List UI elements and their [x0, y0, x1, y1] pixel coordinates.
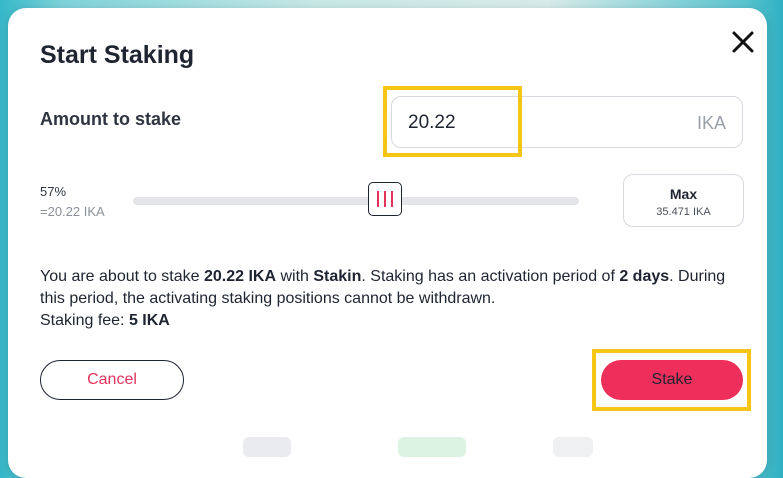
info-text: You are about to stake [40, 268, 204, 285]
slider-percent: 57% [40, 184, 67, 199]
background-blur-item [398, 437, 466, 457]
fee-value: 5 IKA [128, 312, 170, 329]
cancel-button[interactable]: Cancel [40, 360, 184, 400]
stake-slider-thumb[interactable] [368, 182, 402, 216]
staking-info: You are about to stake 20.22 IKA with St… [40, 266, 750, 332]
stake-slider-track[interactable] [133, 197, 579, 205]
amount-label: Amount to stake [40, 109, 182, 129]
info-amount: 20.22 IKA [203, 268, 277, 285]
max-value: 35.471 IKA [656, 206, 711, 218]
grip-line [384, 191, 386, 207]
background-blur-item [243, 437, 291, 457]
info-text: with [276, 268, 314, 285]
slider-equivalent: =20.22 IKA [40, 204, 105, 219]
amount-highlight-box [383, 86, 522, 157]
stake-highlight-box [592, 349, 751, 411]
info-validator: Stakin [313, 268, 362, 285]
background-blur-item [553, 437, 593, 457]
modal-title: Start Staking [40, 41, 195, 69]
max-button[interactable]: Max 35.471 IKA [623, 174, 744, 227]
fee-label: Staking fee: [40, 312, 129, 329]
grip-line [391, 191, 393, 207]
info-period: 2 days [619, 268, 670, 285]
max-label: Max [669, 186, 698, 202]
info-text: . Staking has an activation period of [361, 268, 620, 285]
close-icon[interactable] [729, 28, 757, 56]
amount-unit: IKA [696, 113, 726, 133]
grip-line [377, 191, 379, 207]
